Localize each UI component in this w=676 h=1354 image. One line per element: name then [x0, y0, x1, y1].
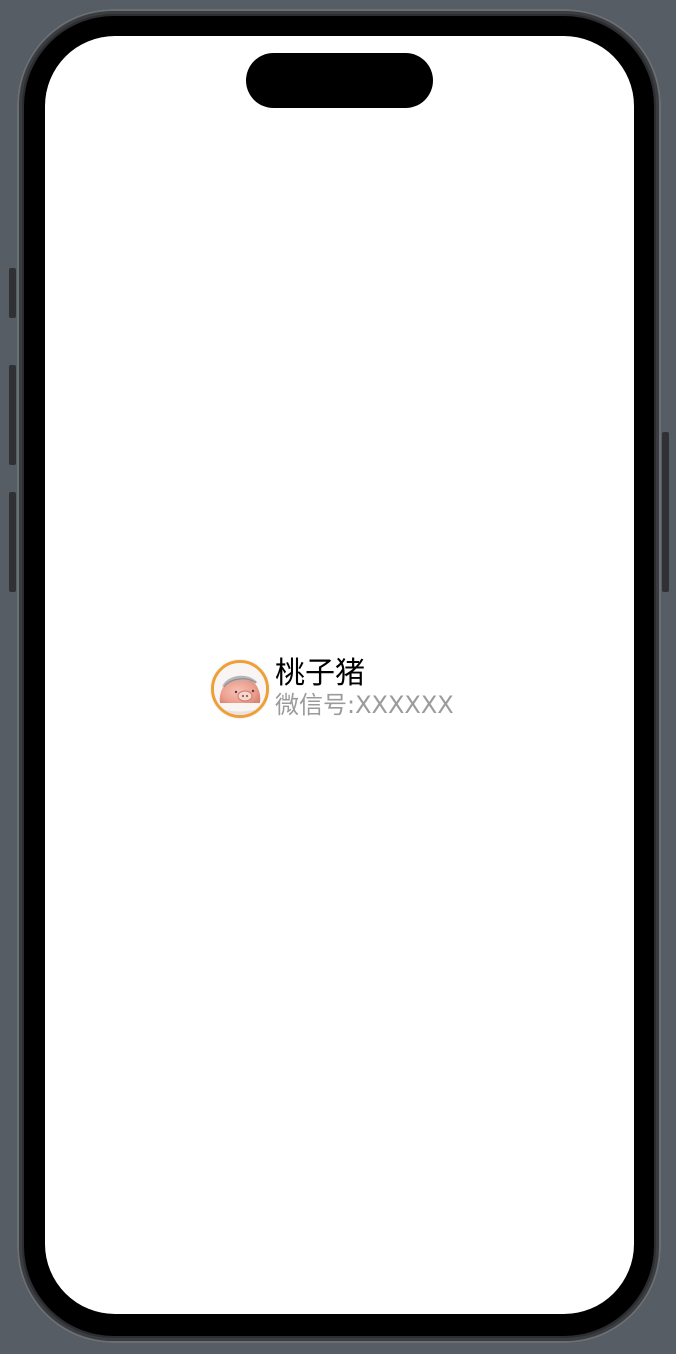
profile-card: 桃子猪 微信号:XXXXXX	[211, 656, 454, 719]
action-button	[9, 268, 16, 318]
volume-down-button	[9, 492, 16, 592]
peach-pig-avatar-icon	[214, 663, 266, 715]
volume-up-button	[9, 365, 16, 465]
wechat-id: 微信号:XXXXXX	[275, 691, 454, 719]
profile-texts: 桃子猪 微信号:XXXXXX	[275, 656, 454, 719]
avatar	[211, 660, 269, 718]
power-button	[662, 432, 669, 592]
dynamic-island	[246, 53, 433, 108]
screen: 桃子猪 微信号:XXXXXX	[45, 36, 634, 1314]
profile-name: 桃子猪	[275, 656, 365, 691]
